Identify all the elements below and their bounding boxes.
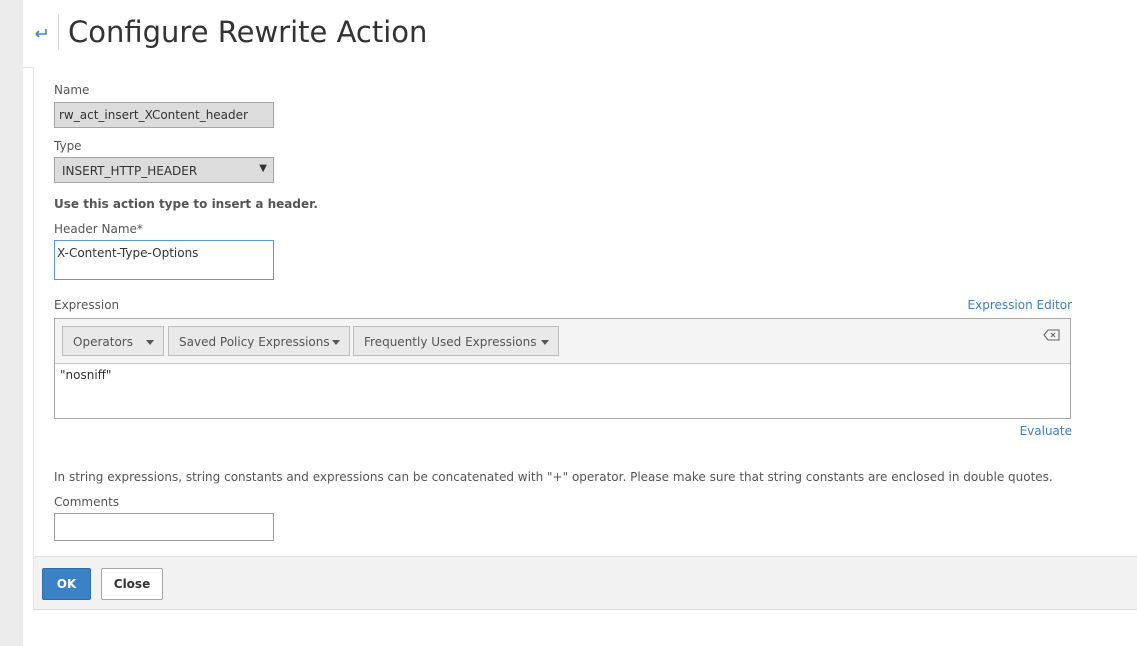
form-footer: OK Close [33, 556, 1137, 609]
string-expression-note: In string expressions, string constants … [54, 470, 1053, 484]
dropdown-arrow-icon: ▼ [259, 163, 267, 174]
saved-policy-expressions-label: Saved Policy Expressions [179, 335, 330, 349]
saved-policy-expressions-dropdown[interactable]: Saved Policy Expressions [168, 326, 350, 356]
page-title: Configure Rewrite Action [68, 15, 428, 49]
name-label: Name [54, 83, 90, 97]
clear-expression-icon[interactable] [1043, 327, 1061, 341]
operators-dropdown[interactable]: Operators [62, 326, 164, 356]
header-divider [58, 14, 59, 50]
form-panel: Name rw_act_insert_XContent_header Type … [33, 67, 1137, 610]
name-field[interactable]: rw_act_insert_XContent_header [54, 102, 274, 128]
type-label: Type [54, 139, 82, 153]
back-arrow-icon[interactable] [33, 23, 49, 41]
frequently-used-expressions-dropdown[interactable]: Frequently Used Expressions [353, 326, 559, 356]
evaluate-link[interactable]: Evaluate [1020, 424, 1072, 438]
caret-down-icon [146, 340, 154, 345]
left-rail [0, 0, 23, 646]
caret-down-icon [332, 340, 340, 345]
caret-down-icon [541, 340, 549, 345]
type-select[interactable]: INSERT_HTTP_HEADER ▼ [54, 157, 274, 183]
expression-box: Operators Saved Policy Expressions Frequ… [54, 318, 1071, 419]
expression-input[interactable]: "nosniff" [60, 368, 111, 382]
header-name-label: Header Name* [54, 222, 143, 236]
type-select-value: INSERT_HTTP_HEADER [62, 164, 198, 178]
comments-input[interactable] [54, 513, 274, 541]
comments-label: Comments [54, 495, 120, 509]
type-hint: Use this action type to insert a header. [54, 197, 318, 211]
expression-label: Expression [54, 298, 120, 312]
close-button[interactable]: Close [101, 568, 163, 600]
page-header: Configure Rewrite Action [23, 0, 1137, 68]
ok-button[interactable]: OK [42, 568, 91, 600]
frequently-used-expressions-label: Frequently Used Expressions [364, 335, 537, 349]
header-name-input[interactable]: X-Content-Type-Options [54, 240, 274, 280]
expression-editor-link[interactable]: Expression Editor [968, 298, 1072, 312]
operators-label: Operators [73, 335, 133, 349]
expression-toolbar: Operators Saved Policy Expressions Frequ… [55, 319, 1070, 364]
